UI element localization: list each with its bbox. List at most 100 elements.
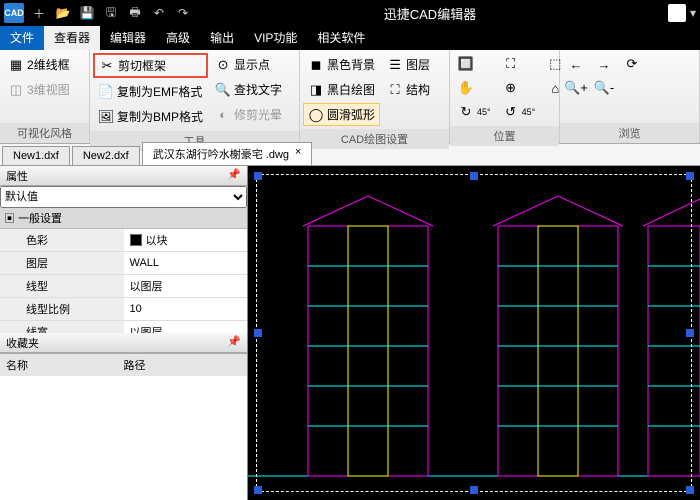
ribbon-group-title: CAD绘图设置 [300,129,449,149]
pan-icon: ✋ [458,80,474,96]
btn-zoom-out[interactable]: 🔍- [591,77,617,99]
prop-value[interactable]: 以图层 [124,321,248,333]
btn-rotate[interactable]: ↻45° [453,101,496,123]
btn-zoom-all[interactable]: ⊕ [498,77,541,99]
doc-tab[interactable]: New2.dxf [72,146,140,165]
btn-trim-halo[interactable]: ◐修剪光晕 [210,103,287,126]
btn-clip-frame[interactable]: ✂剪切框架 [93,53,208,78]
menu-related[interactable]: 相关软件 [307,26,375,50]
quick-access-toolbar: ＋ 📂 💾 🖫 🖶 ↶ ↷ [30,4,192,22]
btn-zoom-in[interactable]: 🔍+ [563,77,589,99]
prop-row[interactable]: 线型以图层 [0,275,247,298]
saveas-icon[interactable]: 🖫 [102,4,120,22]
emf-icon: 📄 [98,84,114,100]
drawing-canvas[interactable] [248,166,700,500]
prop-row[interactable]: 色彩以块 [0,229,247,252]
prop-row[interactable]: 线型比例10 [0,298,247,321]
trim-icon: ◐ [215,107,231,123]
layer-icon: ☰ [387,57,403,73]
user-avatar-icon[interactable] [668,4,686,22]
zoomext-icon: ⛶ [503,56,519,72]
main-area: 属性 📌 默认值 ▣ 一般设置 色彩以块图层WALL线型以图层线型比例10线宽以… [0,166,700,500]
btn-find-text[interactable]: 🔍查找文字 [210,78,287,101]
new-icon[interactable]: ＋ [30,4,48,22]
ribbon: ▦2维线框 ◫3维视图 可视化风格 ✂剪切框架 📄复制为EMF格式 🖼复制为BM… [0,50,700,144]
property-list: ▣ 一般设置 色彩以块图层WALL线型以图层线型比例10线宽以图层 [0,208,247,333]
menu-viewer[interactable]: 查看器 [44,26,100,50]
prop-key: 线型比例 [0,298,124,320]
btn-refresh[interactable]: ⟳ [619,53,645,75]
undo-icon[interactable]: ↶ [150,4,168,22]
btn-structure[interactable]: ⛶结构 [382,78,435,101]
btn-layer[interactable]: ☰图层 [382,53,435,76]
redo-icon[interactable]: ↷ [174,4,192,22]
prop-value[interactable]: 以图层 [124,275,248,297]
search-icon: 🔍 [215,82,231,98]
btn-copy-bmp[interactable]: 🖼复制为BMP格式 [93,105,208,128]
pin-icon[interactable]: 📌 [227,335,241,350]
zoomwin-icon: 🔲 [458,56,474,72]
close-icon[interactable]: × [295,146,301,162]
refresh-icon: ⟳ [624,56,640,72]
clip-icon: ✂ [99,58,115,74]
pin-icon[interactable]: 📌 [227,168,241,183]
3d-icon: ◫ [8,82,24,98]
selection-handle[interactable] [686,172,694,180]
default-select[interactable]: 默认值 [0,186,247,208]
save-icon[interactable]: 💾 [78,4,96,22]
selection-handle[interactable] [686,329,694,337]
btn-nav-fwd[interactable]: → [591,53,617,75]
doc-tab-active[interactable]: 武汉东湖行吟水榭豪宅 .dwg× [142,142,313,165]
btn-show-points[interactable]: ⊙显示点 [210,53,287,76]
prop-value[interactable]: 10 [124,298,248,320]
prop-key: 色彩 [0,229,124,251]
wireframe-icon: ▦ [8,57,24,73]
btn-rotate2[interactable]: ↺45° [498,101,541,123]
ribbon-group-title: 可视化风格 [0,123,89,143]
selection-handle[interactable] [470,486,478,494]
btn-nav-back[interactable]: ← [563,53,589,75]
menu-file[interactable]: 文件 [0,26,44,50]
print-icon[interactable]: 🖶 [126,4,144,22]
btn-zoom-win[interactable]: 🔲 [453,53,496,75]
ribbon-group-title: 浏览 [560,123,699,143]
prop-row[interactable]: 线宽以图层 [0,321,247,333]
btn-smooth-arc[interactable]: ◯圆滑弧形 [303,103,380,126]
prop-value[interactable]: WALL [124,252,248,274]
prop-key: 线型 [0,275,124,297]
color-swatch [130,234,142,246]
rotate-icon: ↻ [458,104,474,120]
selection-handle[interactable] [686,486,694,494]
menu-editor[interactable]: 编辑器 [100,26,156,50]
btn-bw-plot[interactable]: ◨黑白绘图 [303,78,380,101]
btn-black-bg[interactable]: ◼黑色背景 [303,53,380,76]
btn-3d-view[interactable]: ◫3维视图 [3,78,75,101]
btn-2d-wireframe[interactable]: ▦2维线框 [3,53,75,76]
menu-vip[interactable]: VIP功能 [244,26,307,50]
title-bar: CAD ＋ 📂 💾 🖫 🖶 ↶ ↷ 迅捷CAD编辑器 ▾ [0,0,700,26]
avatar-dropdown-icon[interactable]: ▾ [690,6,696,20]
btn-zoom-ext[interactable]: ⛶ [498,53,541,75]
prop-key: 图层 [0,252,124,274]
prop-section[interactable]: ▣ 一般设置 [0,208,247,229]
fwd-icon: → [596,56,612,72]
ribbon-group-title: 位置 [450,126,559,146]
selection-handle[interactable] [254,329,262,337]
menu-advanced[interactable]: 高级 [156,26,200,50]
prop-key: 线宽 [0,321,124,333]
bg-icon: ◼ [308,57,324,73]
bmp-icon: 🖼 [98,109,114,125]
selection-handle[interactable] [254,486,262,494]
open-icon[interactable]: 📂 [54,4,72,22]
btn-copy-emf[interactable]: 📄复制为EMF格式 [93,80,208,103]
selection-handle[interactable] [470,172,478,180]
prop-value[interactable]: 以块 [124,229,248,251]
favorites-columns: 名称 路径 [0,353,247,376]
doc-tab[interactable]: New1.dxf [2,146,70,165]
btn-pan[interactable]: ✋ [453,77,496,99]
prop-row[interactable]: 图层WALL [0,252,247,275]
struct-icon: ⛶ [387,82,403,98]
selection-handle[interactable] [254,172,262,180]
menu-output[interactable]: 输出 [200,26,244,50]
zoomin-icon: 🔍+ [568,80,584,96]
